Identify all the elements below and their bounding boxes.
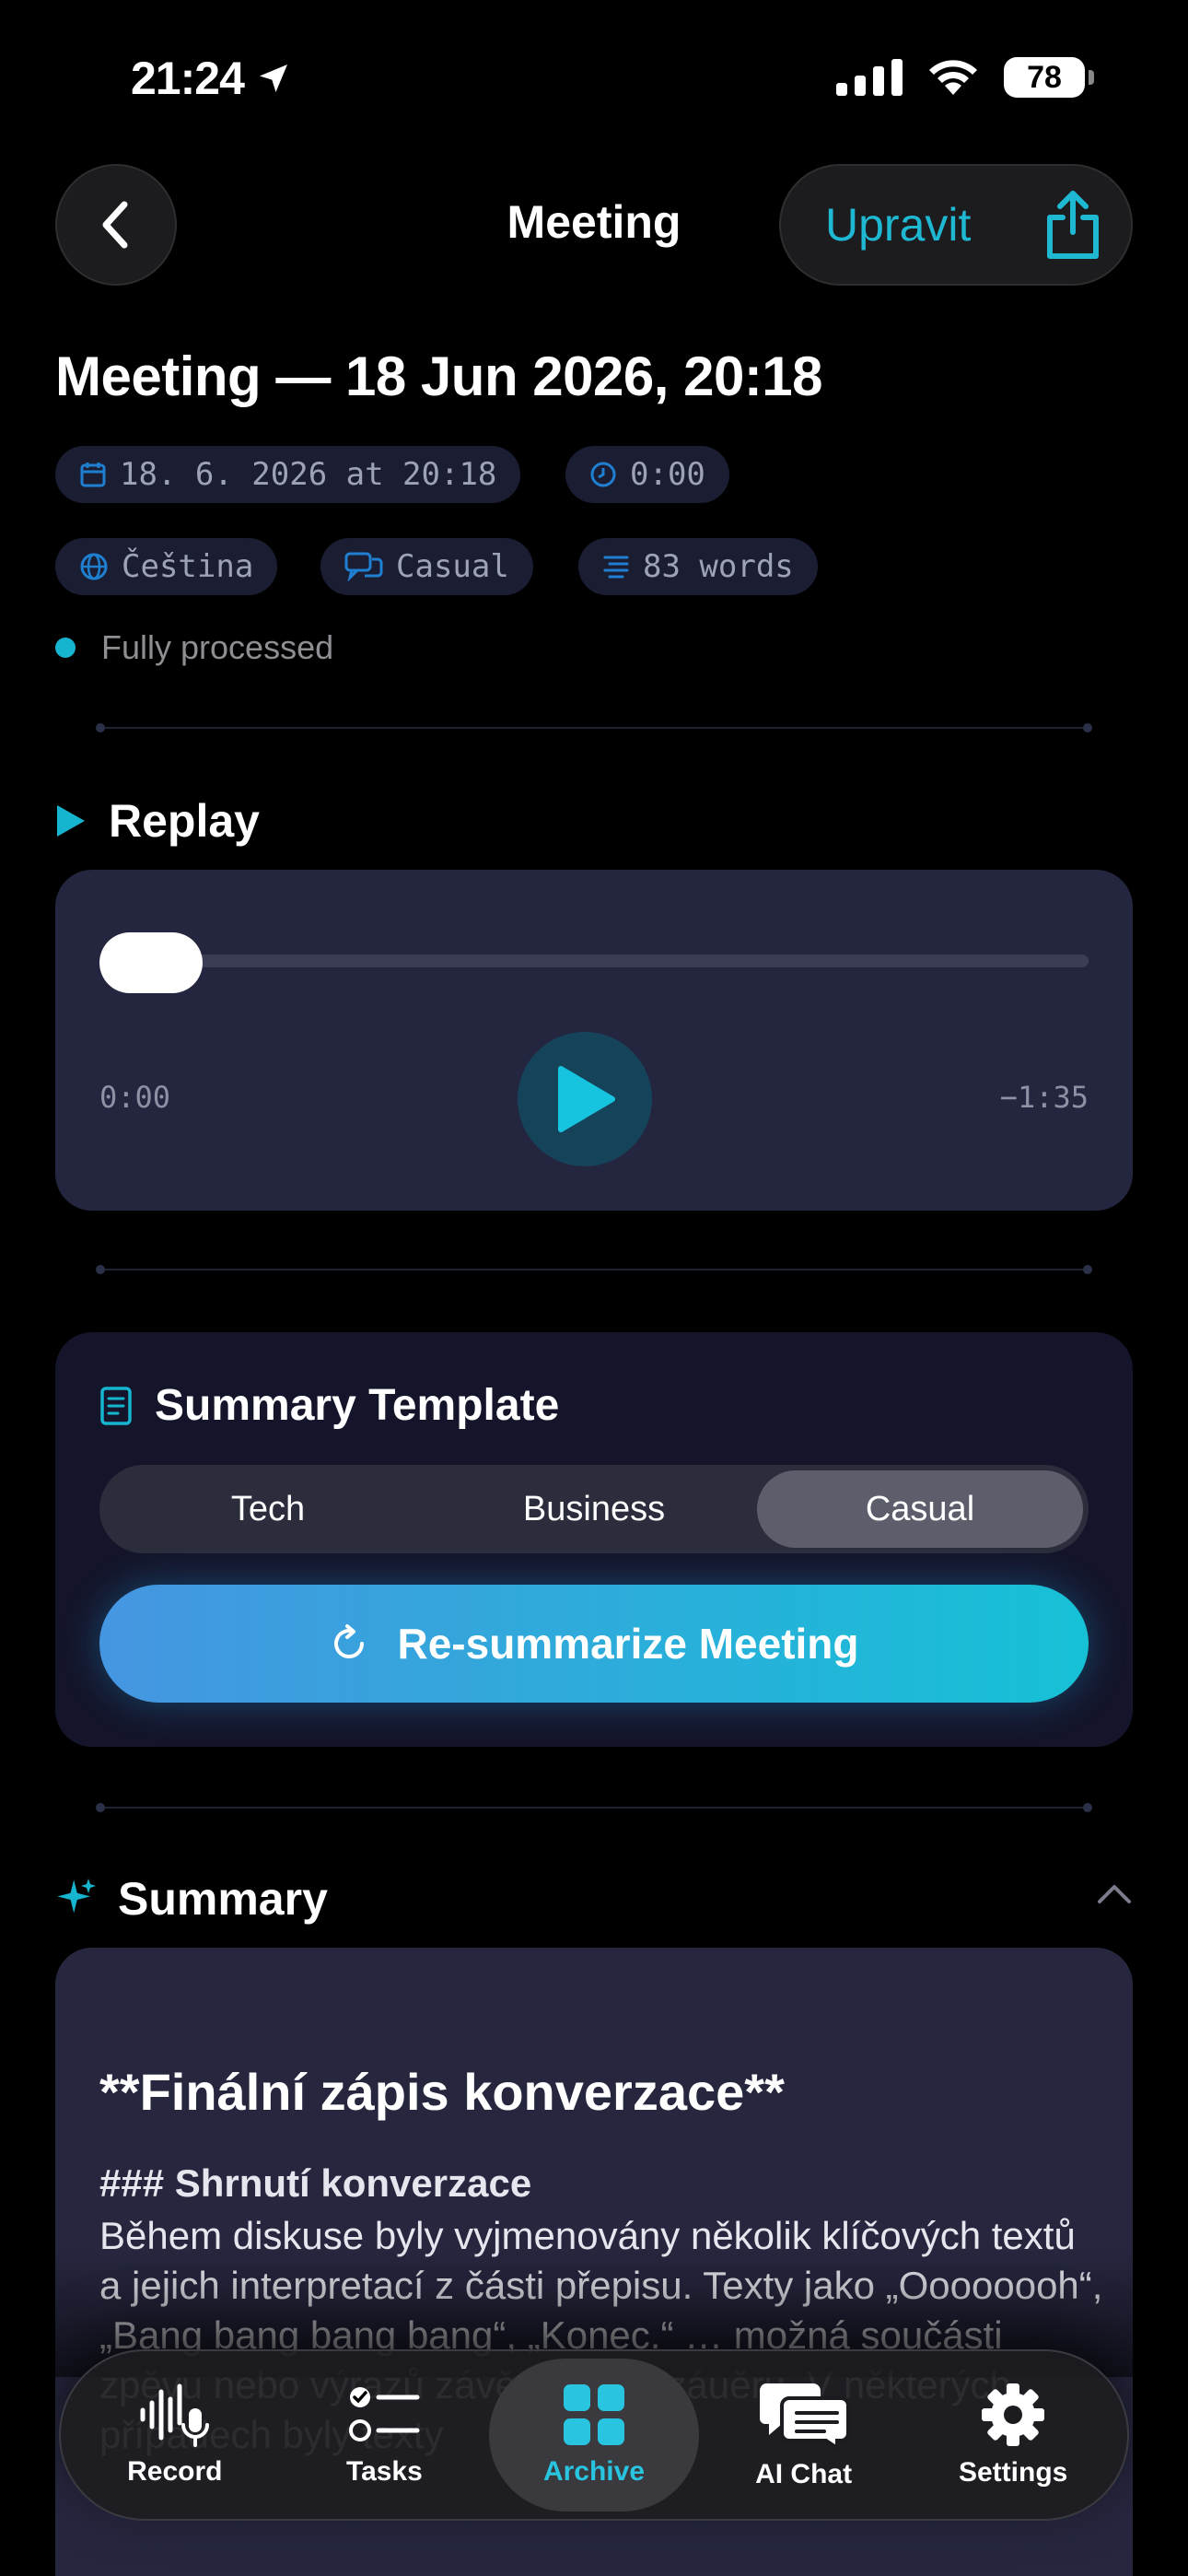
summary-subtitle: ### Shrnutí konverzace [99,2161,532,2205]
tab-archive[interactable]: Archive [489,2359,699,2512]
sparkles-icon [57,1879,96,1914]
status-dot [55,638,76,658]
nav-bar: Meeting Upravit [55,164,1133,286]
speech-bubbles-icon [344,552,383,581]
grid-icon [563,2384,624,2445]
refresh-icon [334,1624,365,1658]
status-time: 21:24 [131,52,292,105]
elapsed-time: 0:00 [99,1080,171,1115]
wifi-icon [929,60,977,95]
tab-settings[interactable]: Settings [908,2359,1118,2512]
summary-title: **Finální zápis konverzace** [99,2063,785,2121]
divider [96,723,1092,732]
processing-status: Fully processed [55,628,333,667]
playback-scrubber[interactable] [99,932,203,993]
segment-business[interactable]: Business [431,1470,757,1548]
summary-template-heading: Summary Template [99,1380,559,1431]
edit-button[interactable]: Upravit [825,198,971,252]
tab-ai-chat[interactable]: AI Chat [699,2359,909,2512]
tab-tasks[interactable]: Tasks [280,2359,490,2512]
gear-icon [982,2383,1045,2446]
resummarize-button[interactable]: Re-summarize Meeting [99,1585,1089,1703]
document-icon [100,1386,132,1425]
playback-track[interactable] [99,954,1089,967]
summary-heading[interactable]: Summary [55,1872,328,1926]
divider [96,1803,1092,1812]
template-segmented-control: Tech Business Casual [99,1465,1089,1553]
meeting-title: Meeting — 18 Jun 2026, 20:18 [55,345,823,407]
cellular-signal-icon [836,59,903,96]
waveform-mic-icon [140,2383,209,2447]
battery-indicator: 78 [1004,57,1094,98]
duration-chip: 0:00 [565,446,729,503]
replay-heading: Replay [55,794,260,848]
clock-icon [590,462,616,487]
tab-record[interactable]: Record [70,2359,280,2512]
play-triangle-icon [57,805,85,837]
share-icon[interactable] [1042,188,1103,262]
play-icon [558,1066,615,1132]
nav-actions: Upravit [779,164,1133,286]
location-arrow-icon [259,64,287,92]
language-chip: Čeština [55,538,278,595]
play-button[interactable] [518,1032,652,1166]
calendar-icon [80,463,106,487]
divider [96,1265,1092,1274]
tab-bar: Record Tasks Archive AI Chat Settings [59,2349,1129,2521]
style-chip: Casual [320,538,533,595]
text-lines-icon [603,556,629,579]
audio-player: 0:00 −1:35 [55,870,1133,1211]
summary-template-card: Summary Template Tech Business Casual Re… [55,1332,1133,1747]
checklist-icon [349,2387,420,2441]
segment-tech[interactable]: Tech [105,1470,431,1548]
chat-bubbles-icon [759,2383,850,2450]
segment-casual[interactable]: Casual [757,1470,1083,1548]
chevron-up-icon[interactable] [1096,1881,1133,1905]
status-bar: 21:24 78 [0,0,1188,157]
date-chip: 18. 6. 2026 at 20:18 [55,446,521,503]
words-chip: 83 words [578,538,818,595]
globe-icon [80,553,108,580]
remaining-time: −1:35 [999,1080,1089,1115]
